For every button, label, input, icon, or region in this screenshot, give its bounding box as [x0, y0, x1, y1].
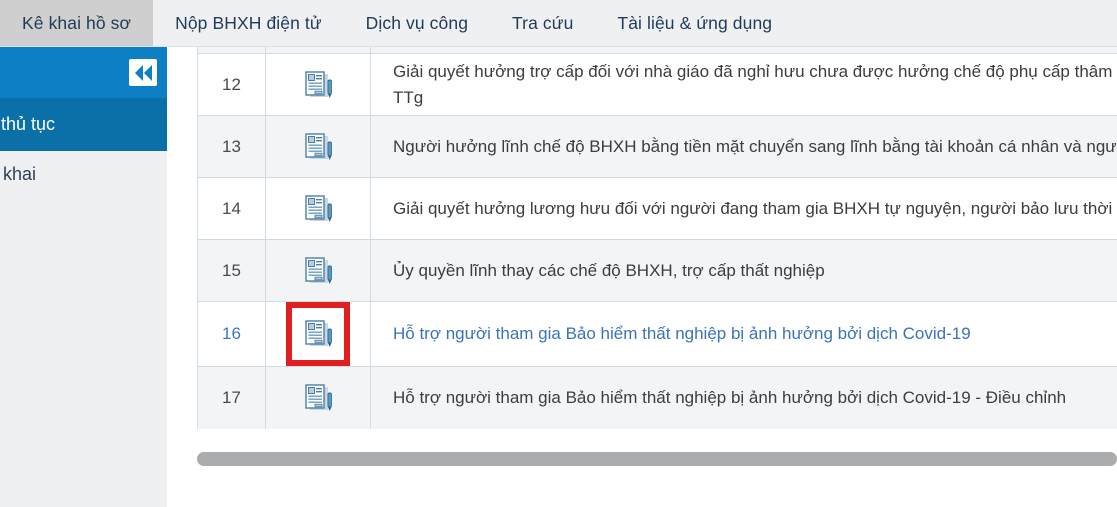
left-sidebar: h thủ tục ê khai — [0, 47, 167, 507]
table-row[interactable]: 12 Giải quyết hưởng trợ cấp đối với nhà g… — [197, 53, 1117, 116]
topnav-item-label: Nộp BHXH điện tử — [175, 13, 322, 33]
row-title-cell[interactable]: Hỗ trợ người tham gia Bảo hiểm thất nghi… — [370, 301, 1117, 367]
row-number-cell: 13 — [197, 115, 266, 178]
sidebar-section-procedures[interactable]: h thủ tục — [0, 98, 167, 151]
document-pen-icon — [302, 382, 334, 414]
row-title-cell[interactable]: Người hưởng lĩnh chế độ BHXH bằng tiền m… — [370, 115, 1117, 178]
top-navigation-bar: Kê khai hồ sơ Nộp BHXH điện tử Dịch vụ côn… — [0, 0, 1117, 47]
topnav-item-label: Dịch vụ công — [365, 13, 469, 33]
document-pen-icon — [302, 69, 334, 101]
scrollbar-thumb[interactable] — [197, 452, 1117, 466]
document-pen-icon — [302, 318, 334, 350]
sidebar-section-label: h thủ tục — [0, 114, 56, 134]
topnav-item-label: Tài liệu & ứng dụng — [617, 13, 773, 33]
document-pen-icon — [302, 193, 334, 225]
row-number-cell: 17 — [197, 366, 266, 429]
row-title-cell[interactable]: Giải quyết hưởng trợ cấp đối với nhà giá… — [370, 53, 1117, 116]
topnav-item-label: Tra cứu — [512, 13, 574, 33]
sidebar-collapse-button[interactable] — [129, 59, 157, 86]
double-chevron-left-icon — [132, 63, 154, 83]
app-root: Kê khai hồ sơ Nộp BHXH điện tử Dịch vụ côn… — [0, 0, 1117, 507]
row-title-cell[interactable]: Giải quyết hưởng lương hưu đối với người… — [370, 177, 1117, 240]
procedures-table-container: 12 Giải quyết hưởng trợ cấp đối với nhà g… — [197, 47, 1117, 452]
row-icon-cell[interactable] — [265, 53, 371, 116]
sidebar-item-declaration[interactable]: ê khai — [0, 151, 167, 197]
procedures-table: 12 Giải quyết hưởng trợ cấp đối với nhà g… — [197, 47, 1117, 429]
table-row[interactable]: 15 Ủy quyền lĩnh thay các chế độ BHXH, tr… — [197, 239, 1117, 302]
row-number-cell: 14 — [197, 177, 266, 240]
topnav-item-0[interactable]: Kê khai hồ sơ — [0, 0, 154, 47]
document-pen-icon — [302, 131, 334, 163]
row-icon-cell[interactable] — [265, 177, 371, 240]
table-row[interactable]: 17 Hỗ trợ người tham gia Bảo hiểm thất ng… — [197, 366, 1117, 429]
row-icon-cell[interactable] — [265, 239, 371, 302]
table-row[interactable]: 13 Người hưởng lĩnh chế độ BHXH bằng tiền… — [197, 115, 1117, 178]
table-row[interactable]: 14 Giải quyết hưởng lương hưu đối với ngư… — [197, 177, 1117, 240]
topnav-item-4[interactable]: Tài liệu & ứng dụng — [595, 0, 794, 47]
sidebar-header — [0, 47, 167, 98]
row-icon-cell[interactable] — [265, 301, 371, 367]
document-pen-icon — [302, 255, 334, 287]
row-title-cell[interactable]: Hỗ trợ người tham gia Bảo hiểm thất nghi… — [370, 366, 1117, 429]
table-horizontal-scrollbar[interactable] — [197, 452, 1117, 467]
highlight-box — [286, 302, 350, 366]
topnav-item-2[interactable]: Dịch vụ công — [344, 0, 490, 47]
row-number-cell: 16 — [197, 301, 266, 367]
row-number-cell: 12 — [197, 53, 266, 116]
topnav-item-3[interactable]: Tra cứu — [490, 0, 595, 47]
topnav-item-1[interactable]: Nộp BHXH điện tử — [153, 0, 344, 47]
row-number-cell: 15 — [197, 239, 266, 302]
table-row[interactable]: 16 Hỗ trợ người tham gia Bảo hiểm thất ng… — [197, 301, 1117, 367]
sidebar-item-label: ê khai — [0, 163, 37, 184]
page-bottom-blank-area — [167, 467, 1117, 507]
row-icon-cell[interactable] — [265, 115, 371, 178]
row-icon-cell[interactable] — [265, 366, 371, 429]
row-title-cell[interactable]: Ủy quyền lĩnh thay các chế độ BHXH, trợ … — [370, 239, 1117, 302]
procedures-table-body: 12 Giải quyết hưởng trợ cấp đối với nhà g… — [197, 47, 1117, 429]
topnav-item-label: Kê khai hồ sơ — [22, 13, 132, 33]
